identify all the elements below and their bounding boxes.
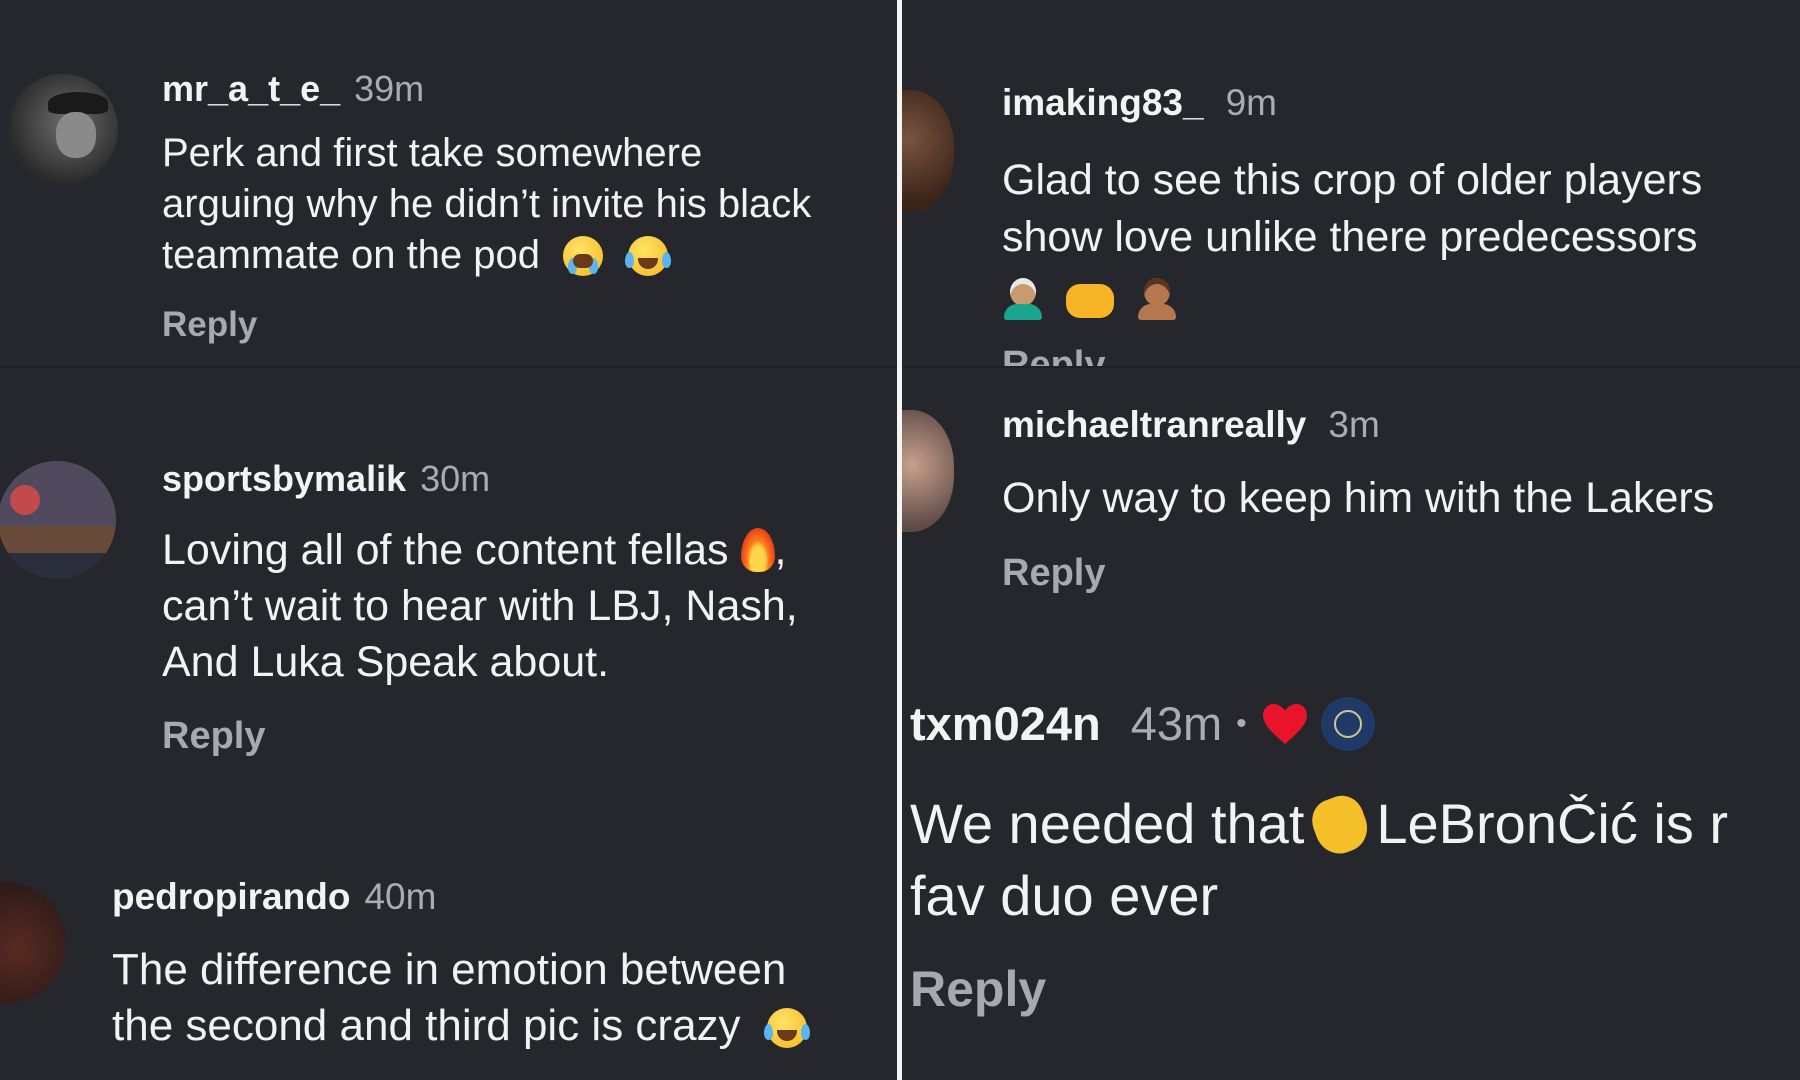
timestamp: 9m [1225,82,1277,123]
red-heart-icon[interactable] [1261,701,1309,747]
reply-button[interactable]: Reply [1002,344,1105,366]
reply-button[interactable]: Reply [1002,552,1105,595]
comment-line: Loving all of the content fellas [162,526,729,574]
username[interactable]: pedropirando [112,876,350,917]
comment-header: pedropirando 40m [112,876,436,918]
reply-button[interactable]: Reply [162,305,257,345]
comment-line: teammate on the pod [162,233,541,277]
man-icon [1136,276,1178,320]
clapping-hands-icon [1306,789,1375,861]
verified-badge-icon [1320,696,1375,751]
comment-header: michaeltranreally 3m [1002,404,1380,446]
reply-button[interactable]: Reply [162,715,265,758]
avatar[interactable] [0,882,66,1004]
comment-line-with-emoji: teammate on the pod [162,230,892,281]
comment-line: Perk and first take somewhere [162,131,703,175]
username[interactable]: sportsbymalik [162,458,406,499]
comment-line-with-emoji: Loving all of the content fellas, [162,522,892,578]
avatar[interactable] [902,90,954,212]
comment-header: txm024n 43m • [910,696,1375,751]
username[interactable]: mr_a_t_e_ [162,68,340,109]
comment-line: And Luka Speak about. [162,638,610,686]
comment-line: the second and third pic is crazy [112,1001,741,1050]
comment-line: We needed that [910,792,1305,855]
right-panel-bottom: txm024n 43m • We needed that LeBronČić is r… [902,638,1800,1080]
comment-header: imaking83_ 9m [1002,82,1277,124]
comment-line: fav duo ever [910,864,1219,927]
emoji-row [1002,270,1800,327]
username[interactable]: michaeltranreally [1002,404,1306,445]
avatar[interactable] [8,74,118,184]
comment-line: LeBronČić is r [1376,792,1729,855]
separator-dot: • [1236,706,1247,740]
comment-line: show love unlike there predecessors [1002,213,1698,261]
reply-button[interactable]: Reply [910,960,1046,1018]
comment-line: The difference in emotion between [112,945,787,994]
username[interactable]: imaking83_ [1002,82,1204,123]
comment-text: Only way to keep him with the Lakers [1002,470,1714,527]
avatar[interactable] [902,410,954,532]
timestamp: 39m [354,68,425,109]
older-man-icon [1002,276,1044,320]
comment-header: sportsbymalik 30m [162,458,490,500]
face-with-tears-of-joy-icon [625,236,672,276]
avatar[interactable] [0,461,116,579]
timestamp: 40m [364,876,437,917]
right-panel-top: imaking83_ 9m Glad to see this crop of ol… [902,0,1800,366]
comment-punctuation: , [774,526,787,574]
timestamp: 43m [1130,697,1223,750]
fire-icon [740,528,775,572]
comment-text: The difference in emotion between the se… [112,942,892,1054]
left-panel-top: mr_a_t_e_ 39m Perk and first take somewhe… [0,0,897,366]
left-panel-bottom: sportsbymalik 30m Loving all of the conte… [0,368,897,1080]
comment-line: can’t wait to hear with LBJ, Nash, [162,582,798,630]
username[interactable]: txm024n [910,696,1101,751]
right-panel-middle: michaeltranreally 3m Only way to keep him… [902,368,1800,638]
comment-text: Loving all of the content fellas, can’t … [162,522,892,690]
comment-text: We needed that LeBronČić is r fav duo eve… [910,788,1728,932]
comment-line: Only way to keep him with the Lakers [1002,474,1715,522]
comment-line-with-emoji: the second and third pic is crazy [112,998,892,1054]
comment-text: Perk and first take somewhere arguing wh… [162,128,892,281]
comment-header: mr_a_t_e_ 39m [162,68,424,110]
timestamp: 3m [1328,404,1380,445]
face-with-tears-of-joy-icon [763,1008,810,1048]
handshake-icon [1065,284,1114,318]
comment-text: Glad to see this crop of older players s… [1002,152,1800,327]
loudly-crying-face-icon [563,236,604,276]
comment-line: Glad to see this crop of older players [1002,156,1703,204]
timestamp: 30m [420,458,491,499]
comment-line: arguing why he didn’t invite his black [162,182,812,226]
comment-line-with-emoji: We needed that LeBronČić is r [910,788,1729,861]
